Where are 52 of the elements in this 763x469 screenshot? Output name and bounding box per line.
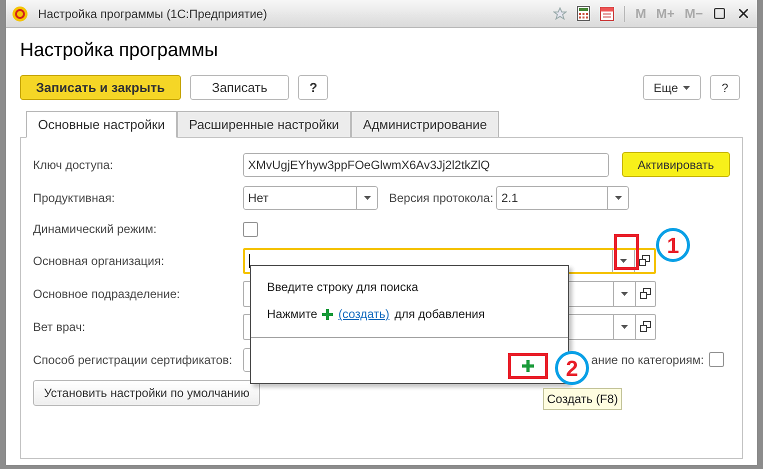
close-icon[interactable]	[736, 6, 751, 21]
toolbar-button[interactable]: Записать	[190, 75, 290, 100]
callout-number: 1	[656, 228, 690, 262]
open-icon	[640, 288, 651, 299]
callout-number: 2	[555, 351, 589, 385]
app-logo-icon	[12, 6, 28, 22]
defaults-button[interactable]: Установить настройки по умолчанию	[33, 380, 260, 406]
tab[interactable]: Расширенные настройки	[176, 111, 352, 138]
toolbar-button[interactable]: Записать и закрыть	[20, 75, 181, 100]
tab[interactable]: Основные настройки	[26, 111, 177, 138]
activate-button[interactable]: Активировать	[622, 152, 730, 177]
maximize-icon[interactable]	[713, 7, 726, 20]
plus-icon	[322, 308, 334, 320]
checkbox[interactable]	[709, 352, 724, 367]
field-label: Продуктивная:	[33, 190, 116, 206]
field-label: Динамический режим:	[33, 221, 158, 238]
star-icon[interactable]	[553, 6, 568, 20]
caret-icon	[621, 292, 628, 296]
field-label: Основное подразделение:	[33, 286, 181, 302]
access-key-field[interactable]: XMvUgjEYhyw3ppFOeGlwmX6Av3Jj2l2tkZlQ	[243, 152, 609, 176]
field-label: Ключ доступа:	[33, 156, 114, 174]
tab[interactable]: Администрирование	[351, 111, 499, 138]
select-field[interactable]: Нет	[243, 186, 378, 210]
caret-icon	[620, 258, 627, 262]
select-field[interactable]: 2.1	[496, 186, 630, 210]
caret-icon	[683, 86, 690, 90]
hint-text: для добавления	[394, 306, 485, 323]
open-icon	[640, 321, 651, 332]
field-label: Версия протокола:	[389, 190, 494, 206]
open-icon	[639, 255, 650, 266]
field-label: Вет врач:	[33, 318, 86, 336]
help-button[interactable]: ?	[710, 75, 740, 100]
caret-icon	[364, 196, 370, 200]
more-button[interactable]: Еще	[642, 75, 701, 100]
window-title: Настройка программы (1С:Предприятие)	[38, 6, 268, 22]
field-label: ание по категориям:	[591, 352, 704, 368]
caret-icon	[614, 196, 622, 200]
create-link[interactable]: (создать)	[338, 305, 390, 323]
tooltip: Создать (F8)	[543, 388, 622, 410]
caret-icon	[621, 324, 628, 328]
toolbar-button[interactable]: ?	[298, 75, 328, 100]
field-label: Способ регистрации сертификатов:	[33, 352, 234, 368]
form-heading: Настройка программы	[20, 39, 220, 61]
field-label: Основная организация:	[33, 252, 166, 270]
search-hint: Введите строку для поиска	[267, 279, 420, 296]
calculator-icon[interactable]	[577, 6, 590, 21]
plus-icon	[522, 360, 534, 372]
checkbox[interactable]	[243, 222, 258, 236]
highlight-frame	[614, 234, 639, 270]
hint-text: Нажмите	[267, 306, 318, 323]
calendar-icon[interactable]	[600, 6, 614, 21]
create-button[interactable]	[508, 352, 548, 378]
